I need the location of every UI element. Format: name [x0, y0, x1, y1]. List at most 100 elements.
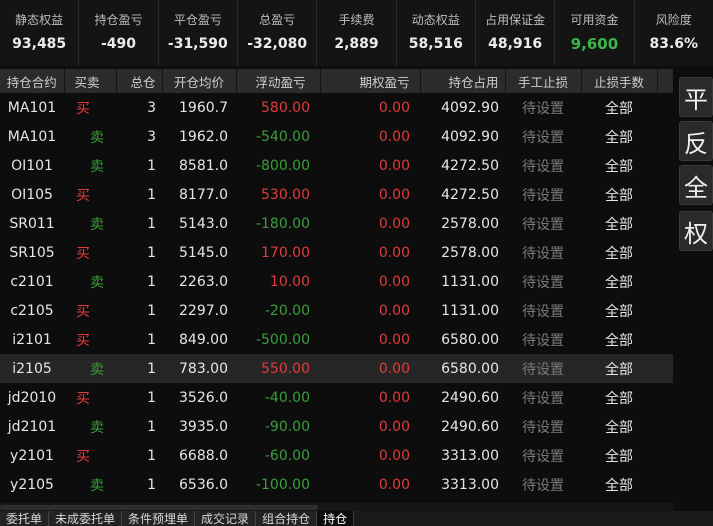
close-all-button[interactable]: 全 — [679, 165, 713, 205]
header-avg-open-price[interactable]: 开仓均价 — [162, 69, 237, 93]
cell-filler — [657, 441, 673, 470]
cell-stop-lots[interactable]: 全部 — [581, 325, 657, 354]
tab-conditional-orders[interactable]: 条件预埋单 — [122, 511, 196, 526]
table-row[interactable]: jd2101 卖 1 3935.0 -90.00 0.00 2490.60 待设置 全部 — [0, 412, 673, 441]
table-row[interactable]: OI101 卖 1 8581.0 -800.00 0.00 4272.50 待设置 全部 — [0, 151, 673, 180]
table-row[interactable]: c2105 买 1 2297.0 -20.00 0.00 1131.00 待设置 全部 — [0, 296, 673, 325]
table-row[interactable]: OI105 买 1 8177.0 530.00 0.00 4272.50 待设置 全部 — [0, 180, 673, 209]
table-row[interactable]: c2101 卖 1 2263.0 10.00 0.00 1131.00 待设置 全部 — [0, 267, 673, 296]
table-row[interactable]: SR105 买 1 5145.0 170.00 0.00 2578.00 待设置 全部 — [0, 238, 673, 267]
cell-avg-open-price: 3526.0 — [179, 389, 228, 406]
cell-filler — [657, 296, 673, 325]
summary-value: 48,916 — [488, 36, 543, 52]
table-row[interactable]: y2105 卖 1 6536.0 -100.00 0.00 3313.00 待设置 全部 — [0, 470, 673, 499]
option-exercise-button[interactable]: 权 — [679, 211, 713, 251]
header-float-pnl[interactable]: 浮动盈亏 — [236, 69, 321, 93]
summary-value: 93,485 — [12, 36, 67, 52]
cell-margin: 3313.00 — [441, 447, 499, 464]
cell-margin: 6580.00 — [441, 331, 499, 348]
cell-stop-lots[interactable]: 全部 — [581, 354, 657, 383]
cell-float-pnl: 550.00 — [261, 360, 310, 377]
table-row[interactable]: i2101 买 1 849.00 -500.00 0.00 6580.00 待设置 全部 — [0, 325, 673, 354]
table-row[interactable]: MA101 买 3 1960.7 580.00 0.00 4092.90 待设置 全部 — [0, 93, 673, 122]
bottom-tab-bar: 委托单 未成委托单 条件预埋单 成交记录 组合持仓 持仓 — [0, 511, 713, 526]
cell-manual-stop[interactable]: 待设置 — [505, 325, 581, 354]
cell-stop-lots[interactable]: 全部 — [581, 296, 657, 325]
cell-stop-lots[interactable]: 全部 — [581, 383, 657, 412]
cell-avg-open-price: 2297.0 — [179, 302, 228, 319]
close-position-button[interactable]: 平 — [679, 77, 713, 117]
cell-filler — [657, 470, 673, 499]
tab-orders[interactable]: 委托单 — [0, 511, 50, 526]
tab-combo-positions[interactable]: 组合持仓 — [256, 511, 318, 526]
cell-option-pnl: 0.00 — [378, 302, 410, 319]
cell-manual-stop[interactable]: 待设置 — [505, 296, 581, 325]
cell-total-qty: 1 — [147, 215, 156, 232]
cell-manual-stop[interactable]: 待设置 — [505, 354, 581, 383]
cell-side: 卖 — [90, 274, 104, 291]
header-filler — [657, 69, 673, 93]
cell-filler — [657, 412, 673, 441]
reverse-position-button[interactable]: 反 — [679, 121, 713, 161]
cell-manual-stop[interactable]: 待设置 — [505, 412, 581, 441]
cell-float-pnl: -20.00 — [264, 302, 310, 319]
tab-positions[interactable]: 持仓 — [317, 511, 355, 526]
cell-manual-stop[interactable]: 待设置 — [505, 238, 581, 267]
cell-option-pnl: 0.00 — [378, 360, 410, 377]
header-side[interactable]: 买卖 — [64, 69, 117, 93]
cell-stop-lots[interactable]: 全部 — [581, 122, 657, 151]
horizontal-scrollbar[interactable] — [0, 503, 673, 511]
tab-open-orders[interactable]: 未成委托单 — [49, 511, 123, 526]
table-row[interactable]: y2101 买 1 6688.0 -60.00 0.00 3313.00 待设置 全部 — [0, 441, 673, 470]
cell-stop-lots[interactable]: 全部 — [581, 180, 657, 209]
cell-manual-stop[interactable]: 待设置 — [505, 383, 581, 412]
cell-manual-stop[interactable]: 待设置 — [505, 180, 581, 209]
table-row[interactable]: jd2010 买 1 3526.0 -40.00 0.00 2490.60 待设置 全部 — [0, 383, 673, 412]
header-contract[interactable]: 持仓合约 — [0, 69, 65, 93]
scrollbar-thumb[interactable] — [0, 505, 318, 510]
cell-contract: c2101 — [10, 273, 54, 290]
table-row[interactable]: SR011 卖 1 5143.0 -180.00 0.00 2578.00 待设置 全部 — [0, 209, 673, 238]
cell-stop-lots[interactable]: 全部 — [581, 151, 657, 180]
cell-filler — [657, 93, 673, 122]
cell-contract: SR011 — [9, 215, 55, 232]
cell-margin: 4272.50 — [441, 157, 499, 174]
cell-total-qty: 1 — [147, 476, 156, 493]
header-total-qty[interactable]: 总仓 — [116, 69, 163, 93]
header-stop-lots[interactable]: 止损手数 — [581, 69, 658, 93]
cell-manual-stop[interactable]: 待设置 — [505, 122, 581, 151]
summary-label: 动态权益 — [411, 13, 460, 27]
cell-stop-lots[interactable]: 全部 — [581, 412, 657, 441]
tab-trades[interactable]: 成交记录 — [195, 511, 257, 526]
cell-stop-lots[interactable]: 全部 — [581, 209, 657, 238]
cell-total-qty: 1 — [147, 418, 156, 435]
cell-avg-open-price: 6688.0 — [179, 447, 228, 464]
cell-manual-stop[interactable]: 待设置 — [505, 267, 581, 296]
cell-avg-open-price: 1960.7 — [179, 99, 228, 116]
cell-float-pnl: -540.00 — [255, 128, 310, 145]
cell-manual-stop[interactable]: 待设置 — [505, 209, 581, 238]
cell-manual-stop[interactable]: 待设置 — [505, 151, 581, 180]
cell-side: 买 — [76, 187, 90, 204]
table-body: MA101 买 3 1960.7 580.00 0.00 4092.90 待设置 全部 MA101… — [0, 93, 673, 499]
cell-stop-lots[interactable]: 全部 — [581, 238, 657, 267]
cell-stop-lots[interactable]: 全部 — [581, 93, 657, 122]
cell-manual-stop[interactable]: 待设置 — [505, 93, 581, 122]
cell-filler — [657, 325, 673, 354]
cell-margin: 6580.00 — [441, 360, 499, 377]
cell-margin: 2578.00 — [441, 244, 499, 261]
header-option-pnl[interactable]: 期权盈亏 — [320, 69, 421, 93]
header-manual-stop[interactable]: 手工止损 — [505, 69, 582, 93]
table-row[interactable]: MA101 卖 3 1962.0 -540.00 0.00 4092.90 待设置 全部 — [0, 122, 673, 151]
cell-total-qty: 3 — [147, 99, 156, 116]
cell-option-pnl: 0.00 — [378, 331, 410, 348]
cell-stop-lots[interactable]: 全部 — [581, 267, 657, 296]
summary-available-funds: 可用资金 9,600 — [555, 0, 635, 66]
header-margin[interactable]: 持仓占用 — [420, 69, 506, 93]
table-row[interactable]: i2105 卖 1 783.00 550.00 0.00 6580.00 待设置 全部 — [0, 354, 673, 383]
cell-manual-stop[interactable]: 待设置 — [505, 441, 581, 470]
cell-contract: OI105 — [11, 186, 53, 203]
cell-manual-stop[interactable]: 待设置 — [505, 470, 581, 499]
cell-stop-lots[interactable]: 全部 — [581, 470, 657, 499]
cell-stop-lots[interactable]: 全部 — [581, 441, 657, 470]
